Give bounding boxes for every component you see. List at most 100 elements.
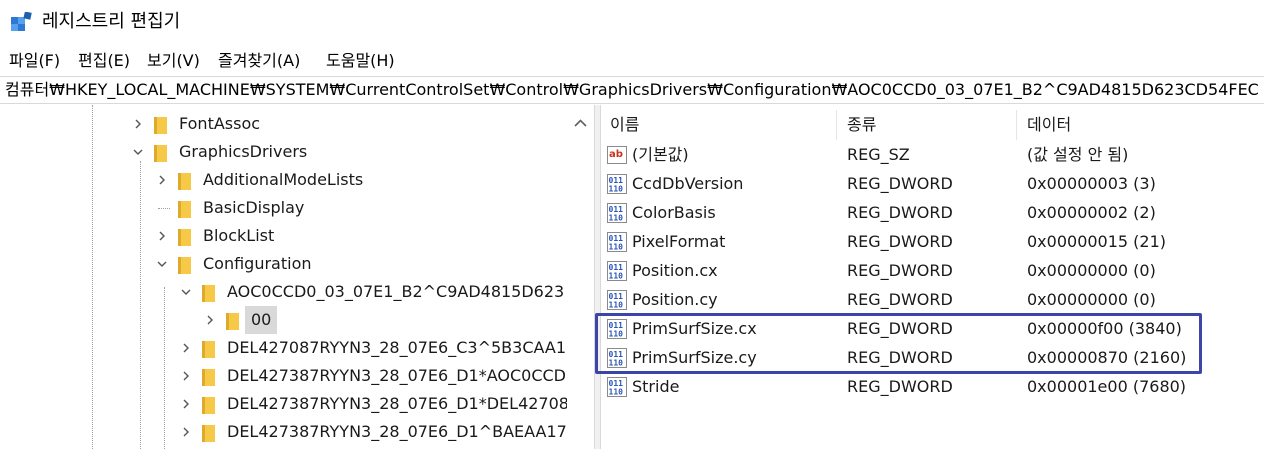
svg-text:110: 110 bbox=[609, 185, 624, 194]
folder-icon bbox=[178, 173, 191, 190]
tree-node[interactable]: AdditionalModeLists bbox=[0, 166, 568, 194]
value-data: 0x00000015 (21) bbox=[1027, 232, 1167, 251]
value-row[interactable]: 011 110 CcdDbVersion REG_DWORD 0x00000003 (3… bbox=[601, 169, 1264, 198]
column-header-type[interactable]: 종류 bbox=[847, 113, 876, 137]
value-name: Position.cx bbox=[632, 261, 718, 280]
value-name: PrimSurfSize.cx bbox=[632, 319, 757, 338]
svg-text:110: 110 bbox=[609, 214, 624, 223]
value-row[interactable]: 011 110 Stride REG_DWORD 0x00001e00 (7680) bbox=[601, 372, 1264, 401]
tree-node[interactable]: DEL427087RYYN3_28_07E6_C3^5B3CAA1 bbox=[0, 334, 568, 362]
tree-node[interactable]: AOC0CCD0_03_07E1_B2^C9AD4815D623 bbox=[0, 278, 568, 306]
menu-favorites[interactable]: 즐겨찾기(A) bbox=[218, 47, 300, 75]
tree-node[interactable]: Configuration bbox=[0, 250, 568, 278]
tree-node[interactable]: DEL427387RYYN3_28_07E6_D1^BAEAA17 bbox=[0, 418, 568, 446]
folder-icon bbox=[178, 201, 191, 218]
chevron-right-icon[interactable] bbox=[133, 119, 143, 129]
value-type: REG_DWORD bbox=[847, 232, 953, 251]
tree-node-label: AOC0CCD0_03_07E1_B2^C9AD4815D623 bbox=[227, 282, 565, 301]
svg-text:110: 110 bbox=[609, 359, 624, 368]
tree-node[interactable]: GraphicsDrivers bbox=[0, 138, 568, 166]
menu-help[interactable]: 도움말(H) bbox=[326, 47, 395, 75]
scroll-up-icon[interactable] bbox=[567, 113, 594, 133]
value-data: 0x00000002 (2) bbox=[1027, 203, 1156, 222]
binary-value-icon: 011110 bbox=[607, 377, 627, 397]
value-type: REG_DWORD bbox=[847, 319, 953, 338]
tree-node[interactable]: BlockList bbox=[0, 222, 568, 250]
folder-icon bbox=[154, 117, 167, 134]
value-data: 0x00000000 (0) bbox=[1027, 290, 1156, 309]
svg-text:110: 110 bbox=[609, 330, 624, 339]
folder-icon bbox=[202, 425, 215, 442]
column-header-name[interactable]: 이름 bbox=[610, 113, 639, 137]
menu-edit[interactable]: 편집(E) bbox=[78, 47, 130, 75]
value-data: 0x00000003 (3) bbox=[1027, 174, 1156, 193]
chevron-right-icon[interactable] bbox=[205, 315, 215, 325]
binary-value-icon: 011110 bbox=[607, 203, 627, 223]
title-bar: 레지스트리 편집기 bbox=[0, 0, 1264, 44]
value-row[interactable]: 011 110 Position.cy REG_DWORD 0x00000000 (0) bbox=[601, 285, 1264, 314]
chevron-down-icon[interactable] bbox=[181, 287, 191, 297]
window-title: 레지스트리 편집기 bbox=[42, 11, 181, 32]
registry-editor-icon bbox=[11, 12, 32, 31]
tree-node[interactable]: 00 bbox=[0, 306, 568, 334]
value-name: Stride bbox=[632, 377, 680, 396]
folder-icon bbox=[154, 145, 167, 162]
folder-icon bbox=[202, 397, 215, 414]
value-row[interactable]: 011 110 PixelFormat REG_DWORD 0x00000015 (21… bbox=[601, 227, 1264, 256]
column-divider[interactable] bbox=[836, 110, 837, 140]
menu-view[interactable]: 보기(V) bbox=[147, 47, 200, 75]
chevron-right-icon[interactable] bbox=[181, 343, 191, 353]
value-row[interactable]: ab (기본값) REG_SZ (값 설정 안 됨) bbox=[601, 140, 1264, 169]
tree-node-label: DEL427387RYYN3_28_07E6_D1*AOC0CCD bbox=[227, 366, 566, 385]
tree-node[interactable]: BasicDisplay bbox=[0, 194, 568, 222]
chevron-right-icon[interactable] bbox=[181, 399, 191, 409]
svg-text:110: 110 bbox=[609, 243, 624, 252]
tree-node[interactable]: DEL427387RYYN3_28_07E6_D1*DEL42708 bbox=[0, 390, 569, 418]
value-data: 0x00000870 (2160) bbox=[1027, 348, 1187, 367]
value-data: (값 설정 안 됨) bbox=[1027, 145, 1129, 164]
svg-text:110: 110 bbox=[609, 388, 624, 397]
chevron-down-icon[interactable] bbox=[133, 147, 143, 157]
tree-node-label: FontAssoc bbox=[179, 114, 261, 133]
pane-splitter[interactable] bbox=[594, 105, 601, 449]
value-row[interactable]: 011 110 PrimSurfSize.cx REG_DWORD 0x00000f00… bbox=[601, 314, 1264, 343]
chevron-right-icon[interactable] bbox=[181, 371, 191, 381]
value-row[interactable]: 011 110 Position.cx REG_DWORD 0x00000000 (0) bbox=[601, 256, 1264, 285]
binary-value-icon: 011110 bbox=[607, 348, 627, 368]
value-type: REG_DWORD bbox=[847, 261, 953, 280]
value-row[interactable]: 011 110 PrimSurfSize.cy REG_DWORD 0x00000870… bbox=[601, 343, 1264, 372]
tree-node[interactable]: FontAssoc bbox=[0, 110, 568, 138]
binary-value-icon: 011110 bbox=[607, 261, 627, 281]
column-header-data[interactable]: 데이터 bbox=[1027, 113, 1071, 137]
tree-node-label: GraphicsDrivers bbox=[179, 142, 308, 161]
value-type: REG_DWORD bbox=[847, 348, 953, 367]
value-type: REG_DWORD bbox=[847, 203, 953, 222]
tree-node-label: AdditionalModeLists bbox=[203, 170, 364, 189]
address-bar[interactable]: 컴퓨터₩HKEY_LOCAL_MACHINE₩SYSTEM₩CurrentCon… bbox=[0, 76, 1264, 104]
column-divider[interactable] bbox=[1016, 110, 1017, 140]
menu-bar: 파일(F) 편집(E) 보기(V) 즐겨찾기(A) 도움말(H) bbox=[0, 47, 1264, 75]
tree-node[interactable]: DEL427387RYYN3_28_07E6_D1*AOC0CCD bbox=[0, 362, 568, 390]
tree-guide bbox=[158, 208, 170, 209]
value-data: 0x00000f00 (3840) bbox=[1027, 319, 1182, 338]
tree-node-label: 00 bbox=[245, 306, 278, 334]
value-type: REG_DWORD bbox=[847, 290, 953, 309]
value-type: REG_DWORD bbox=[847, 174, 953, 193]
value-list[interactable]: 이름 종류 데이터 ab (기본값) REG_SZ (값 설정 안 됨) 011 110 C… bbox=[601, 105, 1264, 449]
chevron-right-icon[interactable] bbox=[181, 427, 191, 437]
value-name: Position.cy bbox=[632, 290, 718, 309]
chevron-right-icon[interactable] bbox=[157, 231, 167, 241]
tree-scrollbar[interactable] bbox=[567, 105, 594, 449]
tree-node-label: DEL427087RYYN3_28_07E6_C3^5B3CAA1 bbox=[227, 338, 566, 357]
value-name: PrimSurfSize.cy bbox=[632, 348, 757, 367]
chevron-right-icon[interactable] bbox=[157, 175, 167, 185]
value-row[interactable]: 011 110 ColorBasis REG_DWORD 0x00000002 (2) bbox=[601, 198, 1264, 227]
svg-text:ab: ab bbox=[609, 149, 623, 160]
chevron-down-icon[interactable] bbox=[157, 259, 167, 269]
menu-file[interactable]: 파일(F) bbox=[9, 47, 60, 75]
key-tree[interactable]: FontAssoc GraphicsDrivers AdditionalModeLi… bbox=[0, 105, 594, 449]
binary-value-icon: 011110 bbox=[607, 290, 627, 310]
value-name: (기본값) bbox=[632, 145, 689, 164]
folder-icon bbox=[178, 257, 191, 274]
value-type: REG_DWORD bbox=[847, 377, 953, 396]
